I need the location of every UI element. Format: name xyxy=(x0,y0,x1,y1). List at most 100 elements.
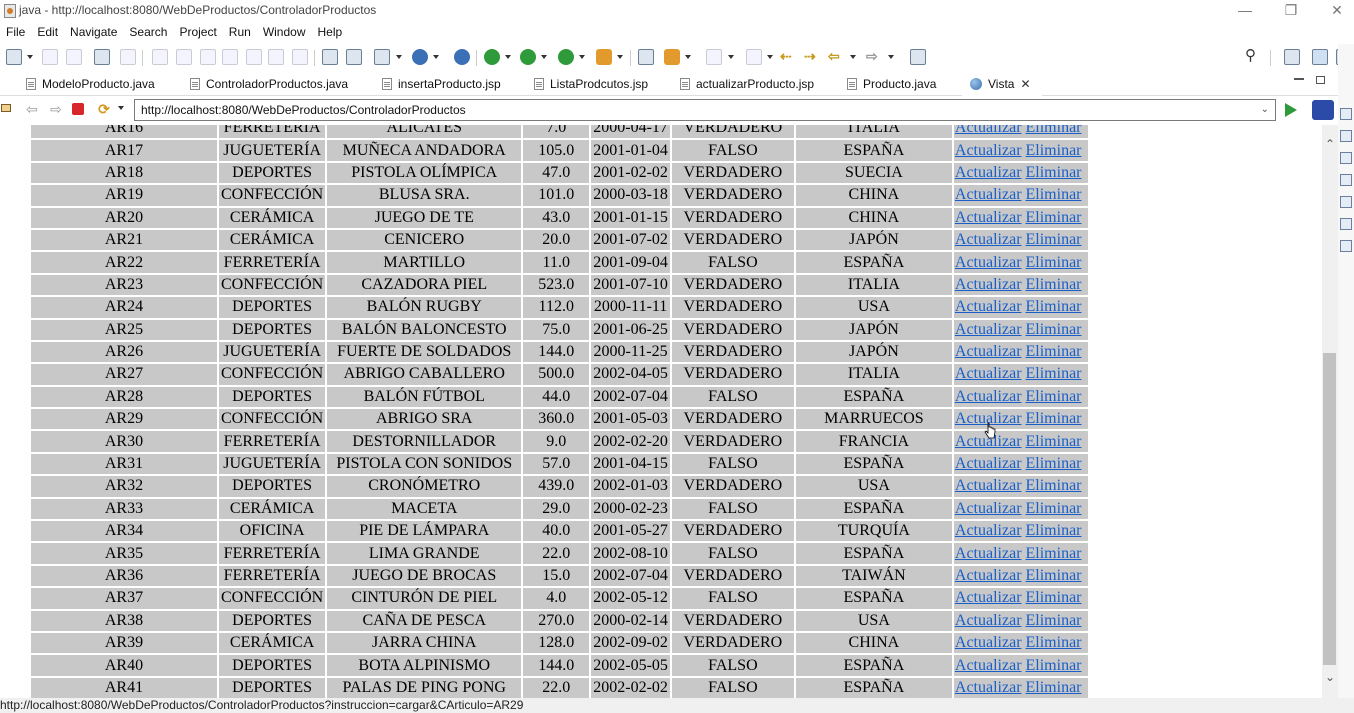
web-browser-icon[interactable] xyxy=(454,49,470,65)
open-type-icon[interactable] xyxy=(322,49,338,65)
refresh-dropdown-icon[interactable] xyxy=(118,106,124,110)
delete-link[interactable]: Eliminar xyxy=(1026,276,1082,293)
update-link[interactable]: Actualizar xyxy=(955,657,1022,674)
update-link[interactable]: Actualizar xyxy=(955,634,1022,651)
menu-file[interactable]: File xyxy=(0,25,31,39)
browser-back-icon[interactable]: ⇦ xyxy=(24,102,40,118)
search-dropdown-icon[interactable] xyxy=(685,55,691,59)
last-edit-location-icon[interactable]: ⇠ xyxy=(780,49,796,65)
back-dropdown-icon[interactable] xyxy=(850,55,856,59)
new-icon[interactable] xyxy=(6,49,22,65)
step-over-icon[interactable] xyxy=(268,49,284,65)
delete-link[interactable]: Eliminar xyxy=(1026,142,1082,159)
menu-navigate[interactable]: Navigate xyxy=(64,25,123,39)
vertical-scrollbar[interactable]: ⌃ ⌄ xyxy=(1322,125,1338,698)
outline-icon[interactable] xyxy=(1340,152,1352,164)
pin-editor-icon[interactable] xyxy=(910,49,926,65)
maximize-editor-icon[interactable] xyxy=(1316,76,1325,84)
delete-link[interactable]: Eliminar xyxy=(1026,477,1082,494)
server-dropdown-icon[interactable] xyxy=(396,55,402,59)
delete-link[interactable]: Eliminar xyxy=(1026,343,1082,360)
delete-link[interactable]: Eliminar xyxy=(1026,321,1082,338)
delete-link[interactable]: Eliminar xyxy=(1026,567,1082,584)
update-link[interactable]: Actualizar xyxy=(955,276,1022,293)
refresh-icon[interactable]: ⟳ xyxy=(96,102,112,118)
data-source-icon[interactable] xyxy=(1340,240,1352,252)
step-return-icon[interactable] xyxy=(292,49,308,65)
run-icon[interactable] xyxy=(520,49,536,65)
open-task-icon[interactable] xyxy=(346,49,362,65)
update-link[interactable]: Actualizar xyxy=(955,522,1022,539)
menu-project[interactable]: Project xyxy=(173,25,222,39)
tab-controlador-productos[interactable]: ControladorProductos.java xyxy=(190,72,348,96)
search-icon[interactable]: ⚲ xyxy=(1245,48,1261,65)
browser-forward-icon[interactable]: ⇨ xyxy=(48,102,64,118)
update-link[interactable]: Actualizar xyxy=(955,455,1022,472)
delete-link[interactable]: Eliminar xyxy=(1026,209,1082,226)
delete-link[interactable]: Eliminar xyxy=(1026,231,1082,248)
scroll-up-icon[interactable]: ⌃ xyxy=(1325,137,1335,151)
new-dropdown-icon[interactable] xyxy=(27,55,33,59)
delete-link[interactable]: Eliminar xyxy=(1026,545,1082,562)
save-icon[interactable] xyxy=(42,49,58,65)
markers-icon[interactable] xyxy=(1340,196,1352,208)
scroll-down-icon[interactable]: ⌄ xyxy=(1325,670,1335,684)
open-perspective-icon[interactable] xyxy=(638,49,654,65)
suspend-icon[interactable] xyxy=(176,49,192,65)
update-link[interactable]: Actualizar xyxy=(955,567,1022,584)
back-icon[interactable]: ⇦ xyxy=(828,49,844,65)
external-tools-icon[interactable] xyxy=(596,49,612,65)
delete-link[interactable]: Eliminar xyxy=(1026,612,1082,629)
coverage-dropdown-icon[interactable] xyxy=(579,55,585,59)
coverage-icon[interactable] xyxy=(558,49,574,65)
new-server-icon[interactable] xyxy=(374,49,390,65)
delete-link[interactable]: Eliminar xyxy=(1026,500,1082,517)
menu-help[interactable]: Help xyxy=(312,25,349,39)
delete-link[interactable]: Eliminar xyxy=(1026,186,1082,203)
save-all-icon[interactable] xyxy=(66,49,82,65)
update-link[interactable]: Actualizar xyxy=(955,186,1022,203)
close-window-button[interactable]: ✕ xyxy=(1314,0,1354,22)
delete-link[interactable]: Eliminar xyxy=(1026,254,1082,271)
delete-link[interactable]: Eliminar xyxy=(1026,455,1082,472)
external-tools-dropdown-icon[interactable] xyxy=(617,55,623,59)
tab-actualizar-producto[interactable]: actualizarProducto.jsp xyxy=(680,72,814,96)
update-link[interactable]: Actualizar xyxy=(955,545,1022,562)
restore-view-icon[interactable] xyxy=(1340,108,1352,120)
step-into-icon[interactable] xyxy=(246,49,262,65)
next-annotation-dropdown-icon[interactable] xyxy=(728,55,734,59)
search-tool-icon[interactable] xyxy=(664,49,680,65)
debug-dropdown-icon[interactable] xyxy=(505,55,511,59)
maximize-button[interactable]: ❐ xyxy=(1268,0,1314,22)
go-icon[interactable] xyxy=(1285,103,1297,117)
update-link[interactable]: Actualizar xyxy=(955,589,1022,606)
update-link[interactable]: Actualizar xyxy=(955,298,1022,315)
update-link[interactable]: Actualizar xyxy=(955,477,1022,494)
terminal-icon[interactable] xyxy=(94,49,110,65)
delete-link[interactable]: Eliminar xyxy=(1026,522,1082,539)
skip-breakpoints-icon[interactable] xyxy=(120,49,136,65)
external-browser-icon[interactable] xyxy=(1312,100,1334,120)
delete-link[interactable]: Eliminar xyxy=(1026,589,1082,606)
update-link[interactable]: Actualizar xyxy=(955,321,1022,338)
menu-edit[interactable]: Edit xyxy=(31,25,64,39)
update-link[interactable]: Actualizar xyxy=(955,231,1022,248)
tab-producto[interactable]: Producto.java xyxy=(847,72,936,96)
update-link[interactable]: Actualizar xyxy=(955,142,1022,159)
previous-annotation-icon[interactable] xyxy=(746,49,762,65)
delete-link[interactable]: Eliminar xyxy=(1026,679,1082,696)
delete-link[interactable]: Eliminar xyxy=(1026,410,1082,427)
stop-icon[interactable] xyxy=(72,103,84,115)
run-dropdown-icon[interactable] xyxy=(541,55,547,59)
delete-link[interactable]: Eliminar xyxy=(1026,388,1082,405)
forward-dropdown-icon[interactable] xyxy=(888,55,894,59)
update-link[interactable]: Actualizar xyxy=(955,365,1022,382)
update-link[interactable]: Actualizar xyxy=(955,343,1022,360)
delete-link[interactable]: Eliminar xyxy=(1026,125,1082,136)
url-bar[interactable]: http://localhost:8080/WebDeProductos/Con… xyxy=(134,99,1276,121)
open-perspective-button-icon[interactable] xyxy=(1284,49,1300,65)
delete-link[interactable]: Eliminar xyxy=(1026,164,1082,181)
disconnect-icon[interactable] xyxy=(222,49,238,65)
menu-run[interactable]: Run xyxy=(223,25,257,39)
menu-search[interactable]: Search xyxy=(123,25,173,39)
